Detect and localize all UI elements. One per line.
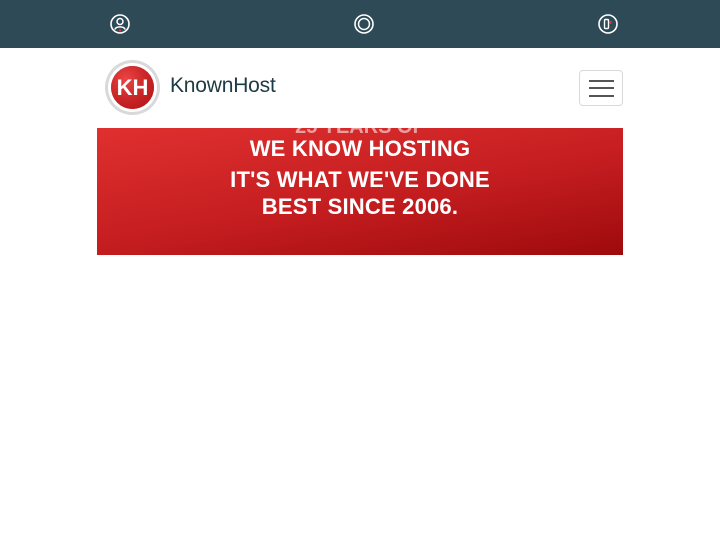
top-utility-bar bbox=[0, 0, 720, 48]
main-navbar: KH KnownHost bbox=[0, 48, 720, 128]
hero-banner: 25 YEARS OF WE KNOW HOSTING IT'S WHAT WE… bbox=[97, 128, 623, 255]
phone-icon[interactable] bbox=[598, 14, 618, 34]
hero-line-1: WE KNOW HOSTING bbox=[249, 136, 471, 161]
hamburger-icon bbox=[589, 80, 614, 82]
account-icon[interactable] bbox=[110, 14, 130, 34]
brand-logo[interactable]: KH KnownHost bbox=[104, 59, 304, 117]
menu-toggle-button[interactable] bbox=[579, 70, 623, 106]
hero-line-3: BEST SINCE 2006. bbox=[261, 194, 459, 219]
logo-initials: KH bbox=[117, 75, 149, 100]
logo-wordmark: KnownHost bbox=[170, 74, 276, 97]
hamburger-icon-bar bbox=[589, 95, 614, 97]
hero-line-2: IT'S WHAT WE'VE DONE bbox=[230, 167, 490, 192]
chat-icon[interactable] bbox=[354, 14, 374, 34]
hamburger-icon-bar bbox=[589, 87, 614, 89]
knownhost-logo-icon: KH bbox=[104, 59, 161, 116]
